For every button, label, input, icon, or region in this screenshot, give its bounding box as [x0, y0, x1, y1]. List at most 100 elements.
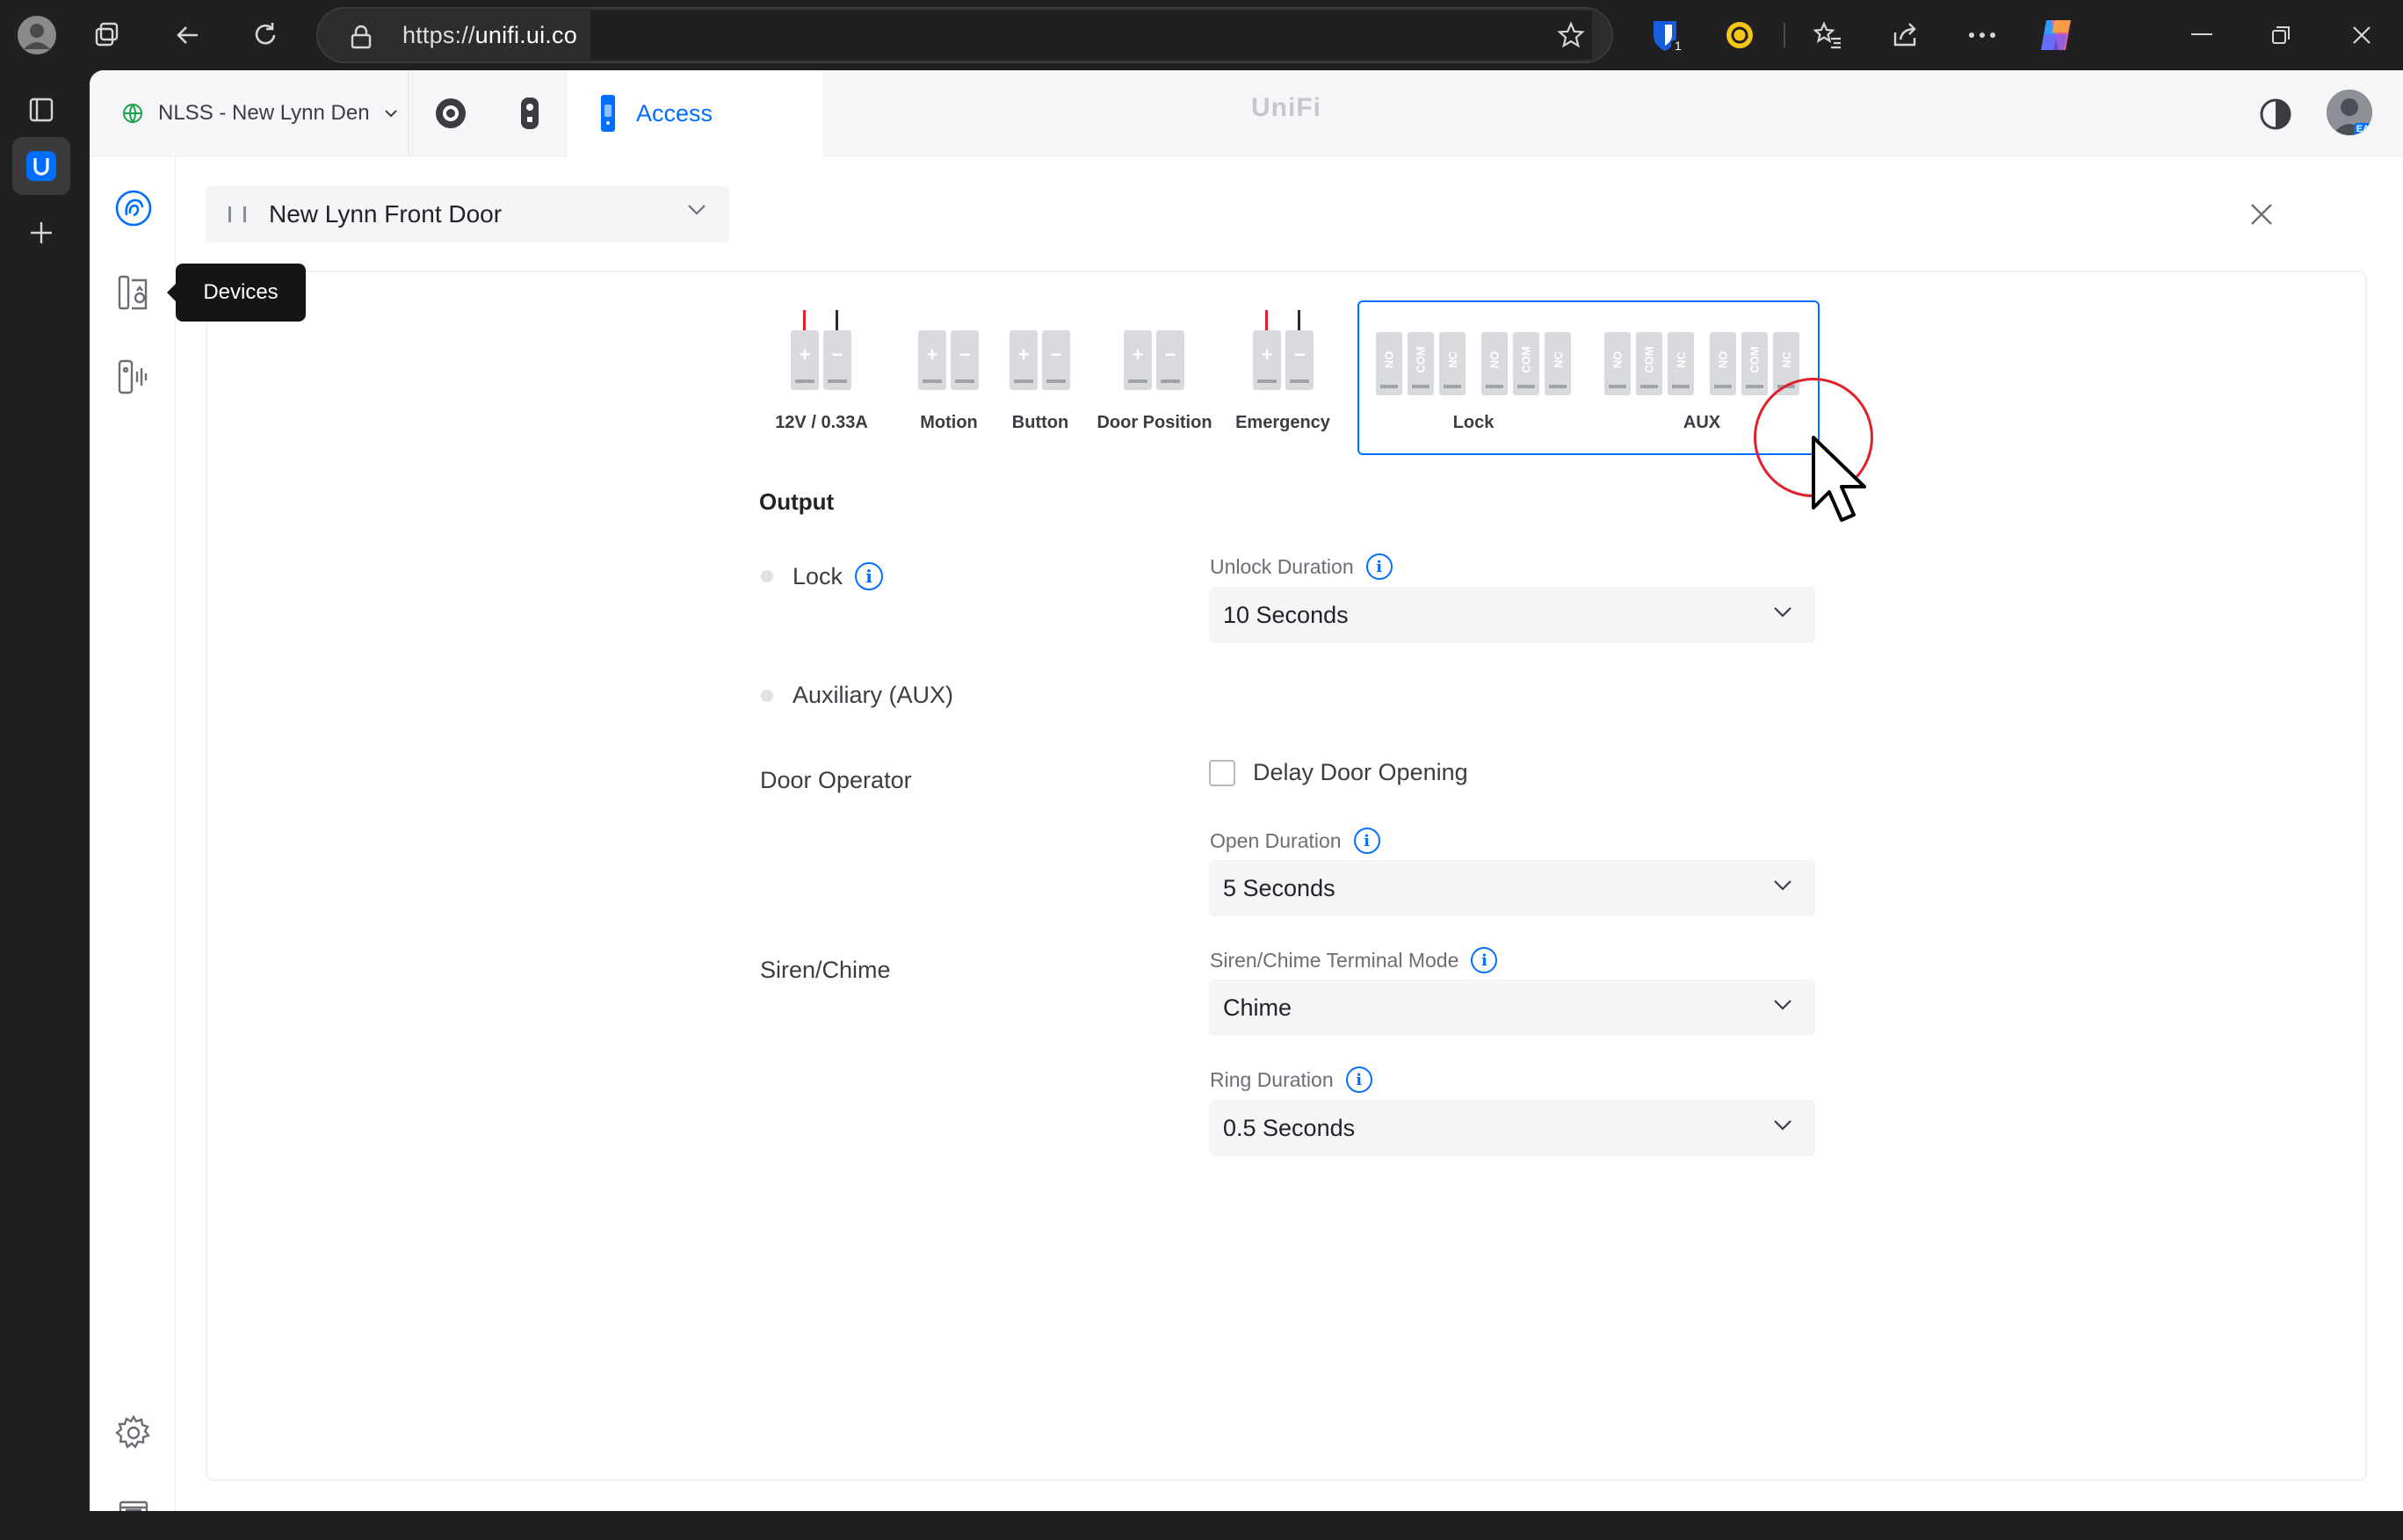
power-terminal-label: 12V / 0.33A: [775, 413, 868, 432]
devices-nav-icon[interactable]: [113, 272, 154, 313]
lock-pin-no: NO: [1376, 332, 1402, 395]
info-icon[interactable]: i: [1471, 947, 1498, 973]
profile-icon[interactable]: [14, 12, 60, 58]
delay-door-opening-checkbox[interactable]: Delay Door Opening: [1209, 759, 1468, 786]
power-plus-pin: +: [791, 330, 819, 390]
open-duration-label: Open Duration i: [1210, 828, 1380, 854]
emergency-terminal-label: Emergency: [1235, 413, 1330, 432]
intercom-nav-icon[interactable]: [113, 357, 154, 397]
open-duration-select[interactable]: 5 Seconds: [1209, 860, 1815, 916]
lock-terminal-label: Lock: [1452, 413, 1495, 432]
app-sidebar: [90, 156, 176, 1511]
copilot-icon[interactable]: [2033, 12, 2079, 58]
site-selector[interactable]: NLSS - New Lynn Den: [121, 91, 398, 135]
browser-toolbar: https://unifi.ui.co 1: [0, 0, 2403, 70]
aux-terminal-label: AUX: [1683, 413, 1721, 432]
back-icon[interactable]: [169, 16, 207, 54]
motion-plus-pin: +: [918, 330, 946, 390]
black-wire: [1298, 310, 1300, 331]
info-icon[interactable]: i: [855, 562, 884, 590]
site-name: NLSS - New Lynn Den: [158, 101, 370, 125]
black-wire: [836, 310, 838, 331]
button-terminal-label: Button: [1011, 413, 1069, 432]
red-wire: [1265, 310, 1268, 331]
unifi-tab-icon[interactable]: [12, 137, 70, 195]
chevron-down-icon: [384, 110, 397, 118]
ring-duration-value: 0.5 Seconds: [1223, 1114, 1356, 1141]
access-tab-label: Access: [636, 99, 713, 127]
lock-pin-nc: NC: [1545, 332, 1571, 395]
lock-pin-com: COM: [1408, 332, 1434, 395]
protect-app-icon[interactable]: [431, 93, 471, 134]
close-window-icon[interactable]: [2342, 16, 2381, 54]
aux-pin-no: NO: [1710, 332, 1736, 395]
access-app-icon: [601, 95, 615, 132]
unlock-duration-label: Unlock Duration i: [1210, 553, 1393, 580]
door-selector[interactable]: New Lynn Front Door: [206, 186, 729, 242]
aux-pin-no: NO: [1604, 332, 1631, 395]
unlock-duration-value: 10 Seconds: [1223, 601, 1349, 628]
aux-output-row[interactable]: Auxiliary (AUX): [761, 682, 953, 709]
unlock-duration-select[interactable]: 10 Seconds: [1209, 587, 1815, 643]
chevron-down-icon: [1774, 1120, 1791, 1131]
siren-mode-select[interactable]: Chime: [1209, 980, 1815, 1036]
open-duration-value: 5 Seconds: [1223, 874, 1335, 901]
bitwarden-extension-icon[interactable]: 1: [1645, 14, 1687, 56]
refresh-icon[interactable]: [246, 16, 285, 54]
aux-output-label: Auxiliary (AUX): [793, 682, 954, 708]
mouse-cursor-icon: [1810, 434, 1871, 535]
status-dot: [761, 570, 773, 582]
door-position-minus-pin: −: [1156, 330, 1184, 390]
checkbox-box[interactable]: [1209, 759, 1235, 786]
motion-terminal-label: Motion: [920, 413, 978, 432]
user-avatar[interactable]: EA: [2327, 90, 2372, 135]
info-icon[interactable]: i: [1365, 553, 1393, 580]
delay-door-opening-label: Delay Door Opening: [1253, 759, 1468, 785]
chevron-down-icon: [1774, 607, 1791, 618]
ring-duration-select[interactable]: 0.5 Seconds: [1209, 1100, 1815, 1156]
restore-icon[interactable]: [2262, 16, 2300, 54]
more-options-icon[interactable]: [1963, 16, 2001, 54]
tab-actions-icon[interactable]: [12, 81, 70, 139]
lock-icon: [350, 25, 373, 54]
red-wire: [803, 310, 806, 331]
unifi-app: NLSS - New Lynn Den Access UniFi EA Devi…: [90, 70, 2403, 1511]
tab-access[interactable]: Access: [568, 70, 822, 156]
lock-output-label: Lock: [793, 562, 843, 589]
door-position-terminal-label: Door Position: [1097, 413, 1212, 432]
share-icon[interactable]: [1885, 16, 1924, 54]
siren-mode-value: Chime: [1223, 994, 1292, 1021]
browser-side-rail: [0, 70, 90, 1540]
workspaces-icon[interactable]: [88, 16, 127, 54]
siren-mode-label: Siren/Chime Terminal Mode i: [1210, 947, 1498, 973]
output-section-title: Output: [759, 488, 835, 515]
dashboard-nav-icon[interactable]: [113, 188, 154, 228]
lock-output-row[interactable]: Lock i: [761, 562, 884, 590]
settings-gear-icon[interactable]: [113, 1413, 154, 1453]
extension-icon[interactable]: [1720, 16, 1759, 54]
close-panel-button[interactable]: [2244, 197, 2279, 232]
theme-toggle-icon[interactable]: [2258, 97, 2293, 132]
emergency-plus-pin: +: [1253, 330, 1281, 390]
power-minus-pin: −: [823, 330, 851, 390]
button-minus-pin: −: [1042, 330, 1070, 390]
motion-minus-pin: −: [951, 330, 979, 390]
taskbar: [0, 1511, 2403, 1540]
info-icon[interactable]: i: [1353, 828, 1380, 854]
door-position-plus-pin: +: [1124, 330, 1152, 390]
status-dot: [761, 689, 773, 702]
address-bar[interactable]: https://unifi.ui.co: [316, 7, 1613, 63]
favorites-icon[interactable]: [1808, 16, 1847, 54]
unifi-logo: UniFi: [1251, 93, 1321, 122]
aux-pin-com: COM: [1636, 332, 1662, 395]
info-icon[interactable]: i: [1345, 1066, 1372, 1093]
minimize-icon[interactable]: [2182, 16, 2221, 54]
logs-icon[interactable]: [113, 1497, 154, 1511]
header-divider: [408, 70, 409, 156]
new-tab-icon[interactable]: [12, 204, 70, 262]
chevron-down-icon: [688, 205, 706, 215]
intercom-app-icon[interactable]: [510, 93, 550, 134]
aux-pin-com: COM: [1741, 332, 1768, 395]
siren-chime-label: Siren/Chime: [760, 957, 891, 983]
favorite-star-icon[interactable]: [1552, 16, 1590, 54]
